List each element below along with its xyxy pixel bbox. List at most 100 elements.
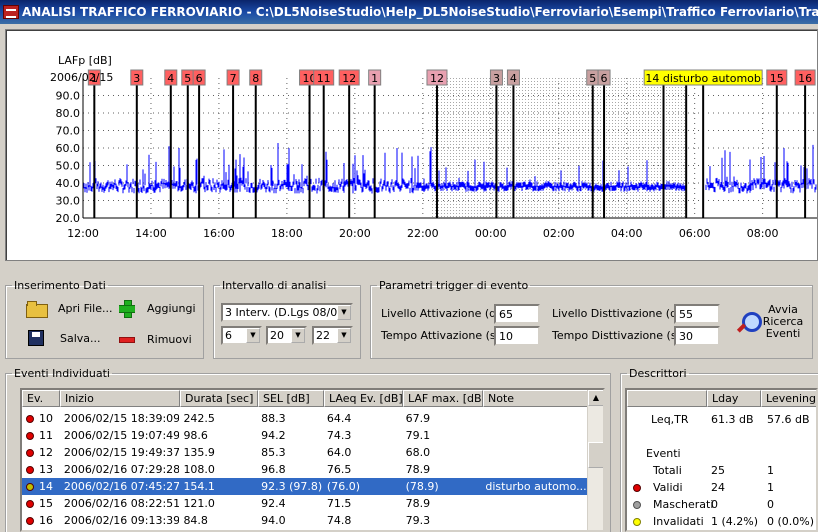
col-lafmax[interactable]: LAF max. [dB] (403, 390, 483, 407)
dis-time-input[interactable] (674, 326, 720, 346)
noise-level-chart[interactable]: 134567810111211234567814 disturbo automo… (6, 30, 817, 260)
hour-start-select[interactable]: 6 ▼ (221, 326, 262, 345)
cell-ev: 12 (22, 444, 60, 461)
chevron-down-icon[interactable]: ▼ (337, 305, 351, 320)
scroll-thumb[interactable] (588, 442, 603, 468)
scroll-up-icon[interactable]: ▲ (588, 390, 603, 406)
cell-text: 67.9 (405, 412, 431, 425)
x-tick-label: 04:00 (611, 227, 643, 240)
cell-ev: 15 (22, 495, 60, 512)
salva-button[interactable]: Salva... (28, 330, 101, 346)
col-sel[interactable]: SEL [dB] (258, 390, 324, 407)
cell-text: 13 (39, 463, 53, 476)
cell-lafmax: 78.9 (402, 495, 482, 512)
cell-text: (78.9) (405, 480, 439, 493)
x-tick-label: 22:00 (407, 227, 439, 240)
chevron-down-icon[interactable]: ▼ (291, 328, 305, 343)
cell-text: 78.9 (405, 497, 431, 510)
col-inizio[interactable]: Inizio (60, 390, 180, 407)
events-scrollbar[interactable]: ▲ (587, 390, 603, 530)
att-time-input[interactable] (494, 326, 540, 346)
col-note[interactable]: Note (483, 390, 589, 407)
interval-mode-value: 3 Interv. (D.Lgs 08/05) (225, 306, 349, 319)
cell-durata: 98.6 (179, 427, 257, 444)
col-lday[interactable]: Lday (707, 390, 761, 407)
table-row[interactable]: 15 2006/02/16 08:22:51 121.0 92.4 71.5 78.9 (22, 495, 587, 512)
apri-file-button[interactable]: Apri File... (26, 300, 112, 318)
title-bar[interactable]: ANALISI TRAFFICO FERROVIARIO - C:\DL5Noi… (0, 0, 818, 24)
cell-text: 79.1 (405, 429, 431, 442)
x-tick-label: 06:00 (679, 227, 711, 240)
cell-sel: 92.3 (97.8) (257, 478, 323, 495)
y-tick-label: 30.0 (56, 195, 81, 208)
cell-durata: 108.0 (179, 461, 257, 478)
x-tick-label: 20:00 (339, 227, 371, 240)
status-dot-icon (26, 500, 34, 508)
chevron-down-icon[interactable]: ▼ (246, 328, 260, 343)
y-tick-label: 70.0 (56, 125, 81, 138)
table-row[interactable]: 16 2006/02/16 09:13:39 84.8 94.0 74.8 79.3 (22, 512, 587, 529)
event-marker-label: 3 (133, 72, 140, 85)
cell-text: 64.0 (326, 446, 352, 459)
y-tick-label: 40.0 (56, 177, 81, 190)
dis-level-input[interactable] (674, 304, 720, 324)
cell-laeq: 74.3 (323, 427, 402, 444)
inserimento-legend: Inserimento Dati (14, 279, 106, 292)
event-marker-label: 15 (770, 72, 784, 85)
y-tick-label: 50.0 (56, 160, 81, 173)
table-row[interactable]: 12 2006/02/15 19:49:37 135.9 85.3 64.0 68.0 (22, 444, 587, 461)
cell-note (481, 461, 587, 478)
aggiungi-button[interactable]: Aggiungi (119, 300, 196, 318)
cell-ev: 13 (22, 461, 60, 478)
cell-text: 71.5 (326, 497, 352, 510)
avvia-ricerca-button[interactable]: Avvia Ricerca Eventi (736, 303, 808, 343)
status-dot-icon (26, 432, 34, 440)
cell-text: disturbo automo... (485, 480, 587, 493)
cell-text: 64.4 (326, 412, 352, 425)
col-ev[interactable]: Ev. (22, 390, 60, 407)
col-laeq[interactable]: LAeq Ev. [dB] (324, 390, 403, 407)
cell-durata: 121.0 (179, 495, 257, 512)
hour-evening-select[interactable]: 20 ▼ (266, 326, 307, 345)
table-row[interactable]: 11 2006/02/15 19:07:49 98.6 94.2 74.3 79.1 (22, 427, 587, 444)
event-marker-label: 14 disturbo automob (645, 72, 760, 85)
cell-text: 121.0 (183, 497, 215, 510)
cell-text: 78.9 (405, 463, 431, 476)
hour-night-select[interactable]: 22 ▼ (312, 326, 353, 345)
cell-text: 135.9 (183, 446, 215, 459)
cell-laeq: 74.8 (323, 512, 402, 529)
totali-label: Totali (653, 464, 682, 477)
rimuovi-button[interactable]: Rimuovi (119, 333, 192, 346)
status-dot-icon (26, 517, 34, 525)
cell-sel: 88.3 (257, 410, 323, 427)
cell-sel: 85.3 (257, 444, 323, 461)
x-tick-label: 12:00 (67, 227, 99, 240)
att-level-label: Livello Attivazione (dB) (381, 307, 508, 320)
chevron-down-icon[interactable]: ▼ (337, 328, 351, 343)
table-row[interactable]: 10 2006/02/15 18:39:09 242.5 88.3 64.4 67.9 (22, 410, 587, 427)
cell-text: 15 (39, 497, 53, 510)
event-marker-label: 4 (167, 72, 174, 85)
col-levening[interactable]: Levening (761, 390, 816, 407)
event-marker-label: 4 (510, 72, 517, 85)
y-tick-label: 90.0 (56, 90, 81, 103)
cell-text: 11 (39, 429, 53, 442)
cell-text: 108.0 (183, 463, 215, 476)
y-tick-label: 80.0 (56, 107, 81, 120)
cell-durata: 135.9 (179, 444, 257, 461)
col-durata[interactable]: Durata [sec] (180, 390, 258, 407)
x-tick-label: 18:00 (271, 227, 303, 240)
att-level-input[interactable] (494, 304, 540, 324)
events-table[interactable]: Ev. Inizio Durata [sec] SEL [dB] LAeq Ev… (20, 388, 605, 532)
event-marker-label: 1 (371, 72, 378, 85)
cell-text: 2006/02/16 07:45:27 (63, 480, 180, 493)
cell-ev: 14 (22, 478, 60, 495)
cell-laeq: (76.0) (323, 478, 402, 495)
chart-panel[interactable]: 134567810111211234567814 disturbo automo… (5, 29, 818, 261)
status-dot-icon (26, 449, 34, 457)
table-row[interactable]: 14 2006/02/16 07:45:27 154.1 92.3 (97.8) (76… (22, 478, 587, 495)
cell-text: 96.8 (261, 463, 286, 476)
interval-mode-select[interactable]: 3 Interv. (D.Lgs 08/05) ▼ (221, 303, 353, 322)
leq-label: Leq,TR (651, 413, 689, 426)
table-row[interactable]: 13 2006/02/16 07:29:28 108.0 96.8 76.5 78.9 (22, 461, 587, 478)
